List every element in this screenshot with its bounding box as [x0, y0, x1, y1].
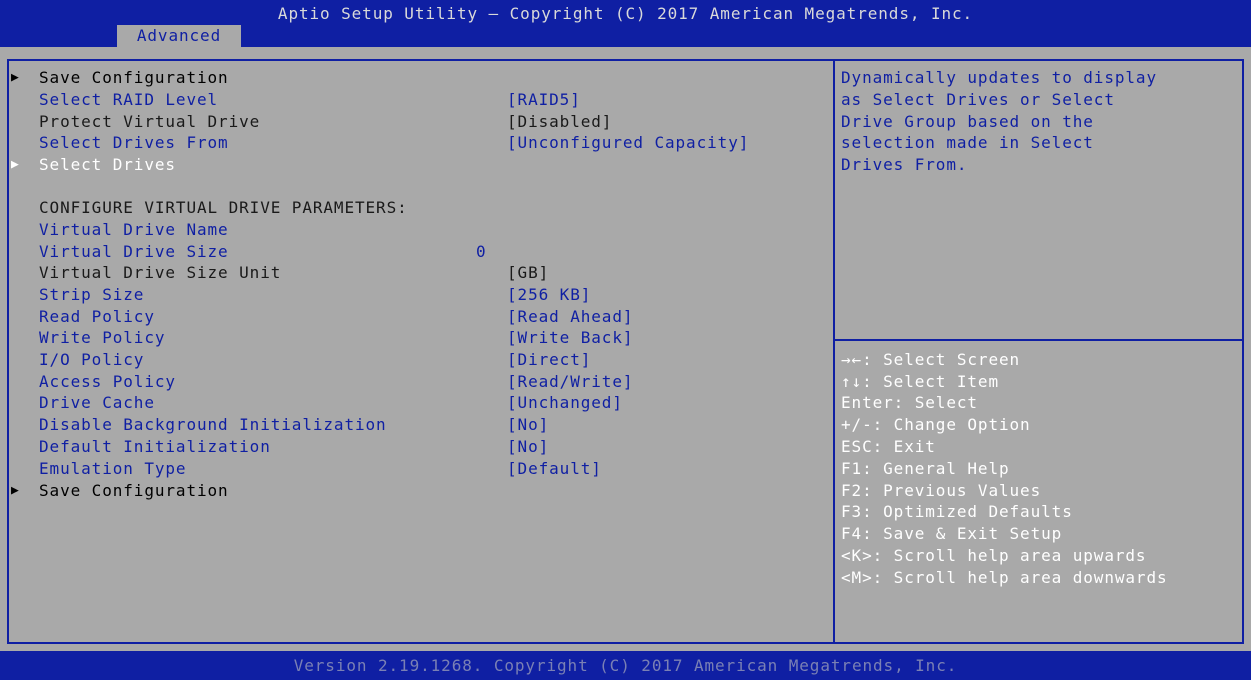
protect-virtual-drive-label: Protect Virtual Drive — [39, 112, 261, 131]
strip-size-label[interactable]: Strip Size — [39, 284, 144, 306]
triangle-right-icon: ▶ — [11, 157, 20, 172]
bios-screen: Aptio Setup Utility – Copyright (C) 2017… — [0, 0, 1251, 680]
triangle-right-icon: ▶ — [11, 483, 20, 498]
disable-background-init-value[interactable]: [No] — [507, 414, 549, 436]
key-hint-save-exit: F4: Save & Exit Setup — [841, 524, 1063, 543]
drive-cache-label[interactable]: Drive Cache — [39, 392, 155, 414]
key-hint-exit: ESC: Exit — [841, 437, 936, 456]
virtual-drive-size-unit-value: [GB] — [507, 263, 550, 282]
emulation-type-label[interactable]: Emulation Type — [39, 458, 186, 480]
help-line: Drives From. — [841, 155, 968, 174]
select-drives-from-value[interactable]: [Unconfigured Capacity] — [507, 132, 749, 154]
key-hint-select-item: ↑↓: Select Item — [841, 372, 999, 391]
select-drives-item[interactable]: Select Drives — [39, 154, 176, 176]
virtual-drive-size-value[interactable]: 0 — [476, 241, 487, 263]
read-policy-label[interactable]: Read Policy — [39, 306, 155, 328]
section-heading: CONFIGURE VIRTUAL DRIVE PARAMETERS: — [39, 198, 408, 217]
key-hint-general-help: F1: General Help — [841, 459, 1010, 478]
virtual-drive-size-unit-label: Virtual Drive Size Unit — [39, 263, 282, 282]
footer-version: Version 2.19.1268. Copyright (C) 2017 Am… — [0, 651, 1251, 680]
tab-advanced[interactable]: Advanced — [117, 25, 241, 47]
strip-size-value[interactable]: [256 KB] — [507, 284, 591, 306]
io-policy-value[interactable]: [Direct] — [507, 349, 591, 371]
help-line: Drive Group based on the — [841, 112, 1094, 131]
select-drives-from-label[interactable]: Select Drives From — [39, 132, 229, 154]
key-hint-scroll-up: <K>: Scroll help area upwards — [841, 546, 1147, 565]
select-raid-level-label[interactable]: Select RAID Level — [39, 89, 218, 111]
virtual-drive-size-label[interactable]: Virtual Drive Size — [39, 241, 229, 263]
help-line: selection made in Select — [841, 133, 1094, 152]
header-bar: Aptio Setup Utility – Copyright (C) 2017… — [0, 0, 1251, 47]
default-initialization-label[interactable]: Default Initialization — [39, 436, 271, 458]
protect-virtual-drive-value: [Disabled] — [507, 112, 613, 131]
drive-cache-value[interactable]: [Unchanged] — [507, 392, 623, 414]
key-hint-change-option: +/-: Change Option — [841, 415, 1031, 434]
main-panel: ▶ Save Configuration Select RAID Level [… — [0, 47, 1251, 651]
help-line: Dynamically updates to display — [841, 68, 1157, 87]
triangle-right-icon: ▶ — [11, 70, 20, 85]
access-policy-label[interactable]: Access Policy — [39, 371, 176, 393]
save-configuration-bottom[interactable]: Save Configuration — [39, 480, 229, 502]
io-policy-label[interactable]: I/O Policy — [39, 349, 144, 371]
key-hint-optimized-defaults: F3: Optimized Defaults — [841, 502, 1073, 521]
key-hint-enter: Enter: Select — [841, 393, 978, 412]
window-title: Aptio Setup Utility – Copyright (C) 2017… — [277, 4, 974, 23]
emulation-type-value[interactable]: [Default] — [507, 458, 602, 480]
key-hint-previous-values: F2: Previous Values — [841, 481, 1042, 500]
write-policy-label[interactable]: Write Policy — [39, 327, 165, 349]
default-initialization-value[interactable]: [No] — [507, 436, 549, 458]
select-raid-level-value[interactable]: [RAID5] — [507, 89, 581, 111]
virtual-drive-name-label[interactable]: Virtual Drive Name — [39, 219, 229, 241]
key-hint-select-screen: →←: Select Screen — [841, 350, 1021, 369]
write-policy-value[interactable]: [Write Back] — [507, 327, 633, 349]
key-hint-scroll-down: <M>: Scroll help area downwards — [841, 568, 1168, 587]
save-configuration-top[interactable]: Save Configuration — [39, 67, 229, 89]
access-policy-value[interactable]: [Read/Write] — [507, 371, 633, 393]
read-policy-value[interactable]: [Read Ahead] — [507, 306, 633, 328]
help-line: as Select Drives or Select — [841, 90, 1115, 109]
help-divider — [835, 339, 1242, 341]
disable-background-init-label[interactable]: Disable Background Initialization — [39, 414, 387, 436]
